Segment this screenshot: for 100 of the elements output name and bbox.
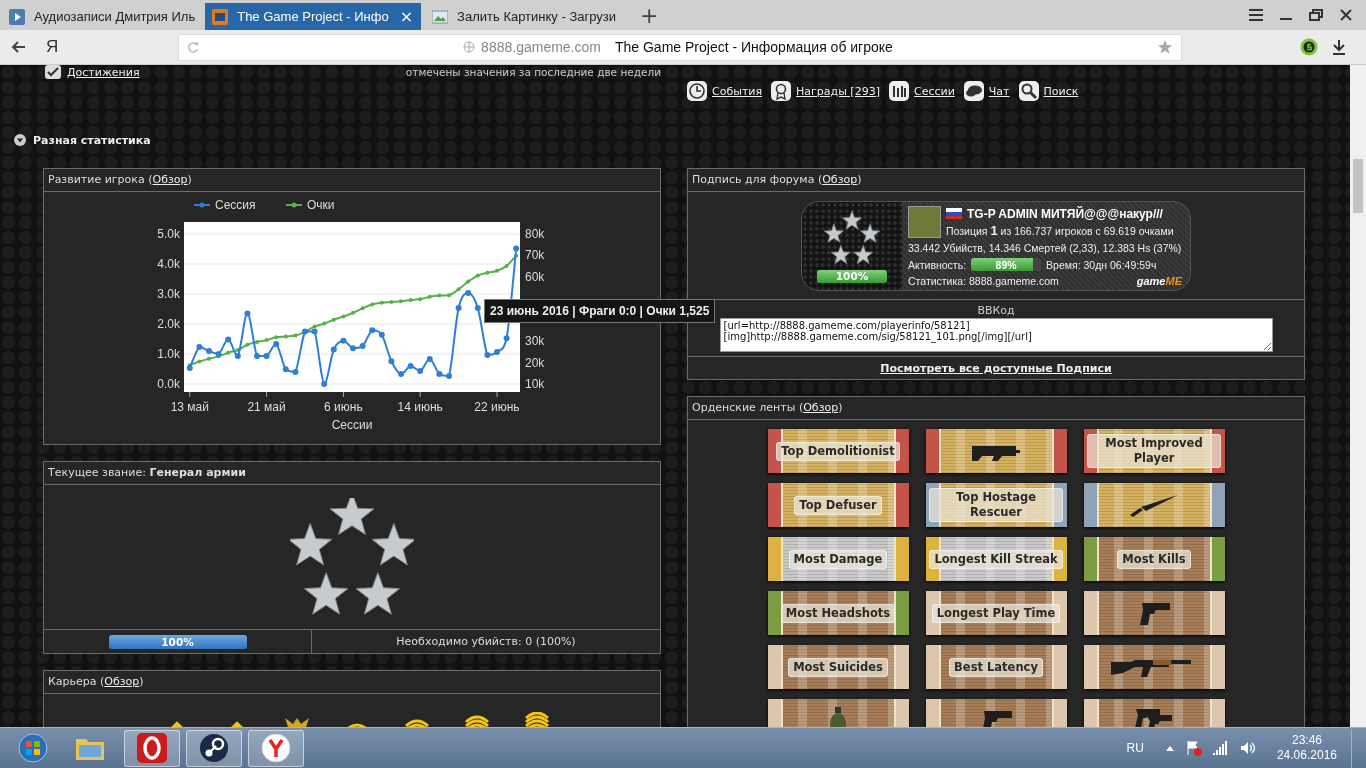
data-point[interactable] (407, 363, 414, 369)
overview-link[interactable]: Обзор (803, 401, 839, 414)
clock-time[interactable]: 23:46 (1291, 733, 1322, 748)
data-point[interactable] (388, 358, 395, 365)
data-point[interactable] (389, 299, 394, 304)
data-point[interactable] (437, 293, 442, 298)
overview-link[interactable]: Обзор (152, 173, 188, 186)
clock-date[interactable]: 24.06.2016 (1276, 748, 1337, 763)
data-point[interactable] (369, 327, 376, 334)
data-point[interactable] (447, 293, 451, 298)
volume-icon[interactable] (1239, 741, 1256, 755)
overview-link[interactable]: Обзор (104, 675, 140, 688)
back-icon[interactable] (10, 40, 26, 54)
flag-alert-icon[interactable] (1185, 740, 1202, 756)
scrollbar-thumb[interactable] (1353, 159, 1363, 213)
data-point[interactable] (264, 338, 269, 343)
data-point[interactable] (302, 328, 308, 335)
data-point[interactable] (513, 245, 520, 252)
data-point[interactable] (465, 290, 472, 297)
ribbon[interactable] (1083, 645, 1225, 689)
data-point[interactable] (283, 334, 288, 339)
achievements-link[interactable]: Достижения (45, 65, 140, 79)
data-point[interactable] (282, 366, 289, 373)
data-point[interactable] (370, 302, 375, 307)
data-point[interactable] (446, 372, 452, 379)
ribbon[interactable] (1083, 591, 1225, 635)
browser-tab[interactable]: The Game Project - Инфо × (205, 3, 422, 30)
data-point[interactable] (206, 348, 212, 354)
data-point[interactable] (475, 273, 480, 278)
data-point[interactable] (254, 353, 260, 360)
data-point[interactable] (350, 345, 356, 352)
data-point[interactable] (312, 324, 317, 329)
data-point[interactable] (244, 310, 251, 317)
data-point[interactable] (225, 336, 232, 343)
data-point[interactable] (495, 268, 499, 273)
ribbon[interactable]: Most Kills (1083, 537, 1225, 581)
data-point[interactable] (378, 331, 385, 338)
data-point[interactable] (455, 305, 462, 312)
ribbon[interactable]: Most Suicides (767, 645, 909, 689)
bbcode-field[interactable]: [url=http://8888.gameme.com/playerinfo/58121] [img]http://8888.gameme.com/sig/58121_101.png[/img][/url] (719, 318, 1273, 352)
data-point[interactable] (485, 270, 490, 275)
data-point[interactable] (234, 353, 241, 360)
extension-icon[interactable] (1300, 38, 1318, 56)
ribbon[interactable]: Longest Play Time (925, 591, 1067, 635)
close-icon[interactable] (1340, 9, 1352, 21)
data-point[interactable] (321, 381, 328, 387)
menu-icon[interactable] (1249, 9, 1263, 21)
data-point[interactable] (322, 321, 327, 326)
browser-logo[interactable]: Я (46, 37, 66, 57)
data-point[interactable] (504, 263, 509, 268)
data-point[interactable] (484, 351, 491, 358)
data-point[interactable] (215, 351, 222, 357)
data-point[interactable] (351, 310, 355, 315)
ribbon[interactable]: Top Demolitionist (767, 429, 909, 473)
data-point[interactable] (196, 344, 203, 351)
nav-link[interactable]: Чат (963, 81, 1010, 101)
nav-link[interactable]: События (687, 81, 763, 101)
browser-tab[interactable]: Аудиозаписи Дмитрия Иль (2, 3, 202, 30)
data-point[interactable] (330, 346, 337, 353)
ribbon[interactable]: Longest Kill Streak (925, 537, 1067, 581)
nav-link[interactable]: Награды [293] (771, 81, 880, 101)
data-point[interactable] (245, 342, 250, 347)
browser-tab[interactable]: Залить Картинку - Загрузи (425, 3, 623, 30)
data-point[interactable] (311, 328, 318, 335)
data-point[interactable] (273, 341, 280, 348)
signal-icon[interactable] (1212, 741, 1229, 755)
data-point[interactable] (226, 350, 231, 355)
data-point[interactable] (292, 369, 299, 375)
language-indicator[interactable]: RU (1126, 741, 1144, 755)
data-point[interactable] (293, 333, 298, 338)
data-point[interactable] (274, 335, 279, 340)
overview-link[interactable]: Обзор (822, 173, 858, 186)
data-point[interactable] (235, 347, 240, 352)
scrollbar[interactable] (1350, 65, 1366, 727)
data-point[interactable] (186, 365, 193, 372)
data-point[interactable] (417, 368, 424, 375)
data-point[interactable] (398, 371, 404, 378)
download-icon[interactable] (1332, 39, 1346, 55)
ribbon[interactable] (1083, 483, 1225, 527)
all-signatures-link[interactable]: Посмотреть все доступные Подписи (880, 361, 1112, 375)
start-button[interactable] (18, 733, 48, 763)
data-point[interactable] (514, 253, 519, 258)
data-point[interactable] (474, 305, 481, 312)
ribbon[interactable]: Best Latency (925, 645, 1067, 689)
data-point[interactable] (466, 279, 471, 284)
ribbon[interactable]: Top Defuser (767, 483, 909, 527)
data-point[interactable] (207, 356, 211, 361)
data-point[interactable] (341, 314, 346, 319)
data-point[interactable] (360, 306, 365, 311)
data-point[interactable] (379, 300, 384, 305)
tray-arrow-icon[interactable] (1164, 744, 1175, 752)
ribbon[interactable]: Most Headshots (767, 591, 909, 635)
collapse-toggle-icon[interactable] (14, 134, 26, 146)
close-button[interactable]: × (397, 8, 416, 25)
legend-label[interactable]: Очки (307, 198, 335, 212)
legend-label[interactable]: Сессия (215, 198, 256, 212)
data-point[interactable] (427, 294, 432, 299)
data-point[interactable] (197, 359, 202, 364)
data-point[interactable] (359, 342, 366, 349)
legend-marker-icon[interactable] (193, 202, 211, 208)
